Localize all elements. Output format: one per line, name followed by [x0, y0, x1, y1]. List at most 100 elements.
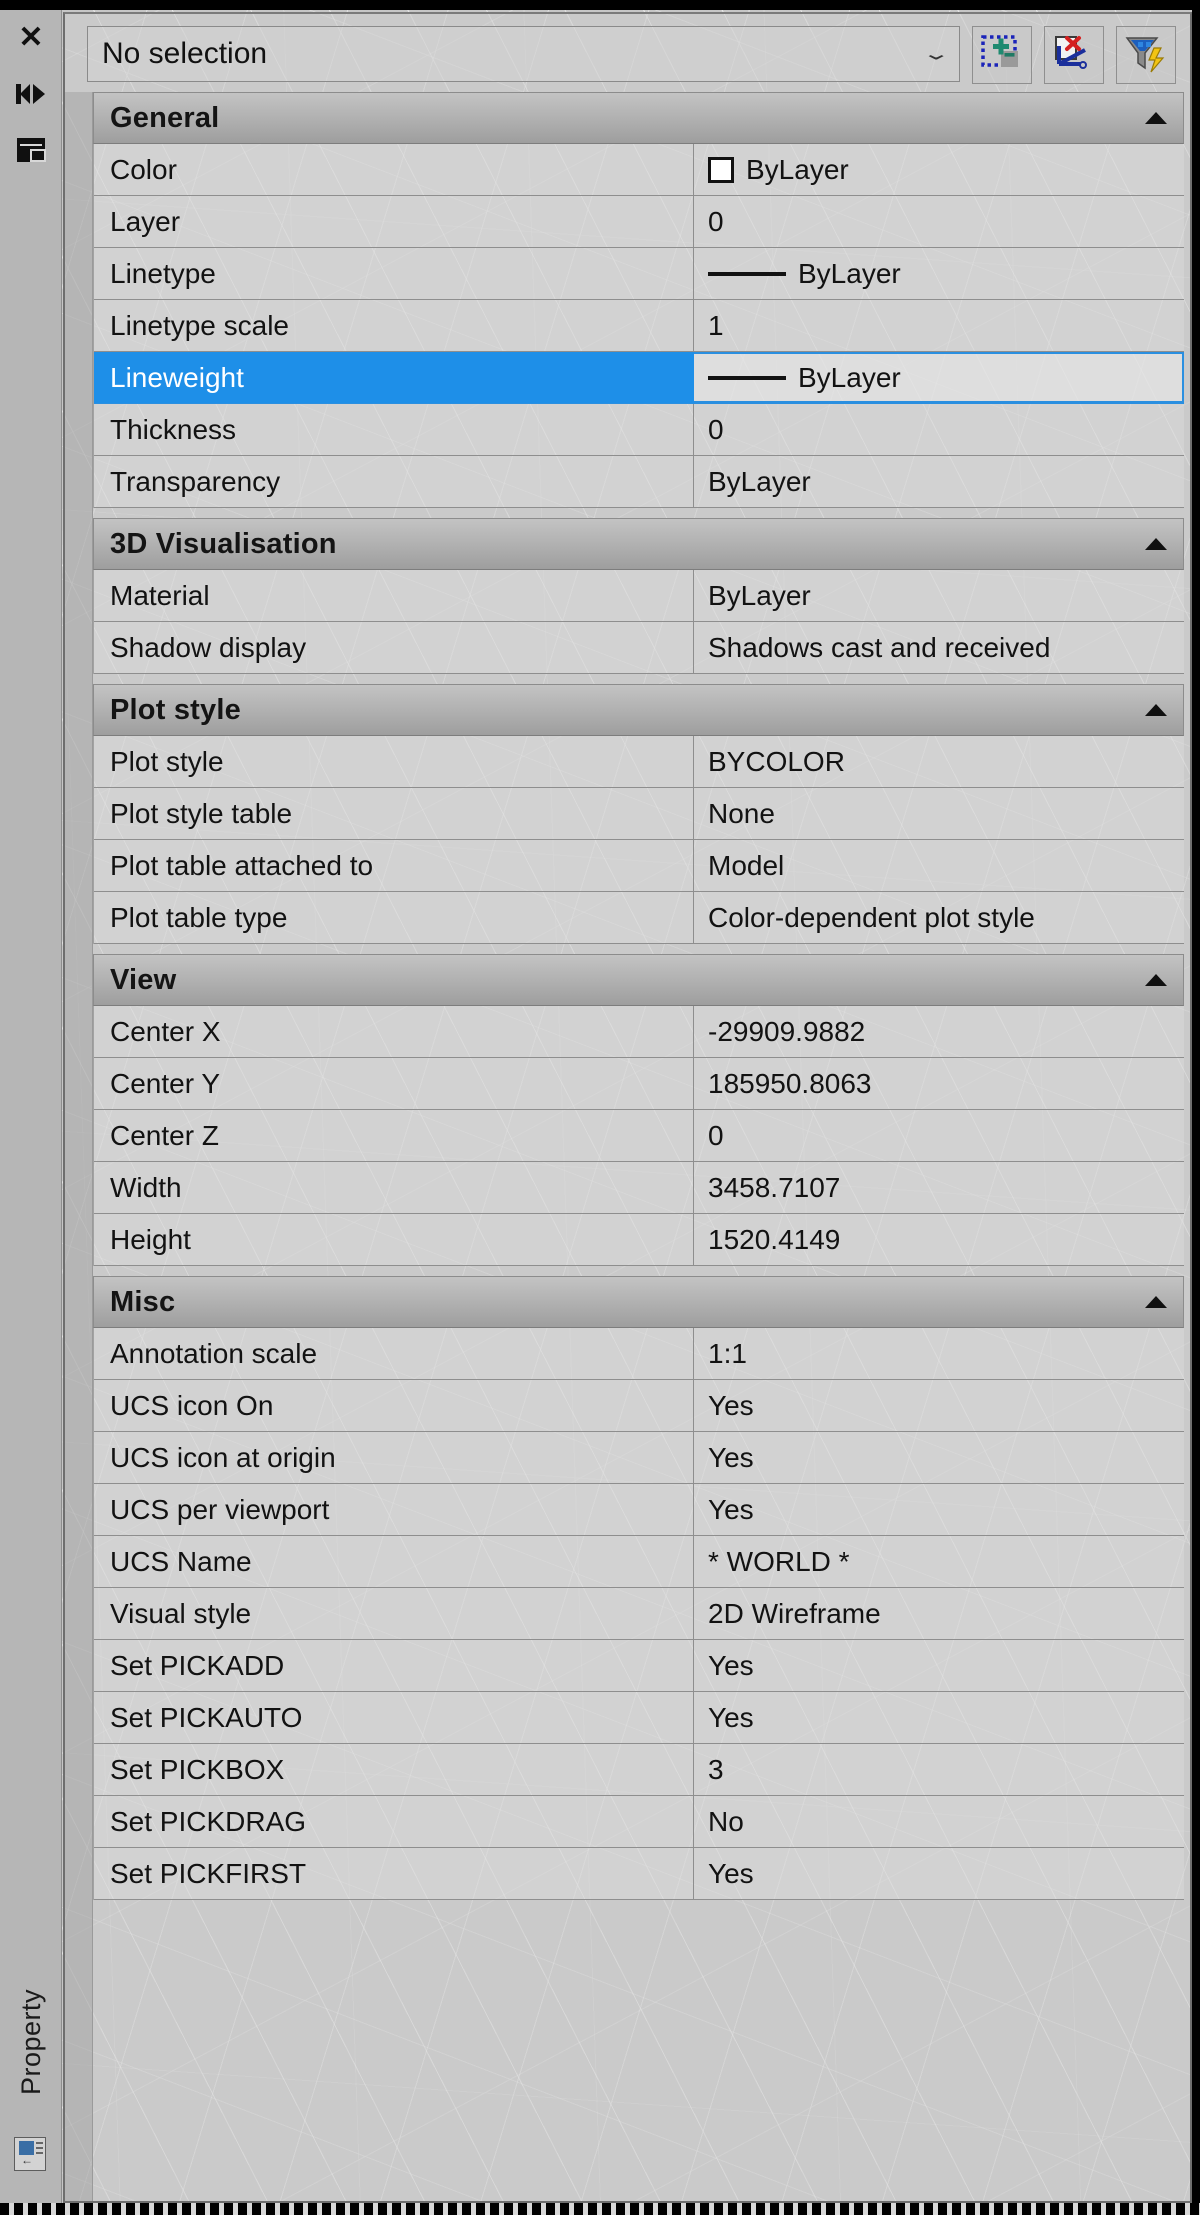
- property-value-cell[interactable]: No: [694, 1796, 1184, 1847]
- property-row[interactable]: Visual style 2D Wireframe: [94, 1588, 1184, 1640]
- property-row[interactable]: Linetype scale 1: [94, 300, 1184, 352]
- filter-button[interactable]: [1116, 26, 1176, 84]
- property-value-cell[interactable]: 1: [694, 300, 1184, 351]
- property-row[interactable]: Center Z 0: [94, 1110, 1184, 1162]
- grid-left-gutter[interactable]: [65, 92, 93, 2201]
- property-value-text: 0: [708, 413, 724, 445]
- property-row[interactable]: UCS icon On Yes: [94, 1380, 1184, 1432]
- property-value-cell[interactable]: 0: [694, 196, 1184, 247]
- property-row[interactable]: Set PICKADD Yes: [94, 1640, 1184, 1692]
- section-collapse-icon[interactable]: [1145, 704, 1167, 716]
- property-value-cell[interactable]: 1520.4149: [694, 1214, 1184, 1265]
- palette-tab-label[interactable]: Property: [0, 1989, 62, 2095]
- property-value-cell[interactable]: Yes: [694, 1432, 1184, 1483]
- property-row[interactable]: Set PICKFIRST Yes: [94, 1848, 1184, 1900]
- property-row[interactable]: Plot table type Color-dependent plot styl…: [94, 892, 1184, 944]
- filter-icon: [1125, 37, 1165, 73]
- property-value-cell[interactable]: 0: [694, 1110, 1184, 1161]
- property-label: Width: [94, 1162, 694, 1213]
- property-row[interactable]: Width 3458.7107: [94, 1162, 1184, 1214]
- property-value-text: Yes: [708, 1441, 754, 1473]
- property-label: Plot style table: [94, 788, 694, 839]
- property-value-cell[interactable]: Yes: [694, 1484, 1184, 1535]
- property-label: Linetype: [94, 248, 694, 299]
- property-value-cell[interactable]: Shadows cast and received: [694, 622, 1184, 673]
- property-value-cell[interactable]: -29909.9882: [694, 1006, 1184, 1057]
- section-title: View: [110, 963, 177, 996]
- property-label: Set PICKAUTO: [94, 1692, 694, 1743]
- section-header[interactable]: General: [93, 92, 1184, 144]
- close-icon[interactable]: ✕: [0, 10, 62, 66]
- section-collapse-icon[interactable]: [1145, 112, 1167, 124]
- property-value-text: 1: [708, 309, 724, 341]
- property-row[interactable]: Thickness 0: [94, 404, 1184, 456]
- property-value-cell[interactable]: Yes: [694, 1692, 1184, 1743]
- quick-select-button[interactable]: [1044, 26, 1104, 84]
- property-value-cell[interactable]: 3458.7107: [694, 1162, 1184, 1213]
- property-row[interactable]: Transparency ByLayer: [94, 456, 1184, 508]
- property-row[interactable]: Plot table attached to Model: [94, 840, 1184, 892]
- section-collapse-icon[interactable]: [1145, 538, 1167, 550]
- property-value-text: ByLayer: [708, 465, 811, 497]
- section-header[interactable]: Misc: [93, 1276, 1184, 1328]
- property-label: Shadow display: [94, 622, 694, 673]
- property-row[interactable]: UCS per viewport Yes: [94, 1484, 1184, 1536]
- property-row[interactable]: Material ByLayer: [94, 570, 1184, 622]
- property-value-cell[interactable]: * WORLD *: [694, 1536, 1184, 1587]
- property-row[interactable]: Plot style table None: [94, 788, 1184, 840]
- property-value-cell[interactable]: ByLayer: [694, 248, 1184, 299]
- property-row[interactable]: Set PICKDRAG No: [94, 1796, 1184, 1848]
- section-header[interactable]: 3D Visualisation: [93, 518, 1184, 570]
- property-row[interactable]: Lineweight ByLayer: [94, 352, 1184, 404]
- chevron-down-icon: ⌄: [921, 43, 951, 64]
- section-title: Plot style: [110, 693, 241, 726]
- property-row[interactable]: Color ByLayer: [94, 144, 1184, 196]
- property-value-cell[interactable]: Yes: [694, 1380, 1184, 1431]
- property-row[interactable]: Layer 0: [94, 196, 1184, 248]
- property-value-cell[interactable]: 0: [694, 404, 1184, 455]
- property-value-cell[interactable]: ByLayer: [694, 456, 1184, 507]
- sections-container: General Color ByLayer Layer 0 Linetype ByLayer…: [93, 92, 1184, 1900]
- property-row[interactable]: UCS Name * WORLD *: [94, 1536, 1184, 1588]
- property-value-cell[interactable]: None: [694, 788, 1184, 839]
- property-row[interactable]: Center X -29909.9882: [94, 1006, 1184, 1058]
- section-collapse-icon[interactable]: [1145, 1296, 1167, 1308]
- panel-menu-icon[interactable]: [0, 122, 62, 178]
- property-row[interactable]: Linetype ByLayer: [94, 248, 1184, 300]
- section-collapse-icon[interactable]: [1145, 974, 1167, 986]
- docking-icon[interactable]: ←: [14, 2137, 46, 2171]
- property-value-cell[interactable]: 3: [694, 1744, 1184, 1795]
- property-value-cell[interactable]: Model: [694, 840, 1184, 891]
- property-row[interactable]: Annotation scale 1:1: [94, 1328, 1184, 1380]
- property-value-cell[interactable]: Color-dependent plot style: [694, 892, 1184, 943]
- selection-dropdown[interactable]: No selection ⌄: [87, 26, 960, 82]
- property-value-text: Yes: [708, 1701, 754, 1733]
- property-value-text: ByLayer: [798, 361, 901, 393]
- property-value-cell[interactable]: Yes: [694, 1640, 1184, 1691]
- select-objects-button[interactable]: [972, 26, 1032, 84]
- property-row[interactable]: Center Y 185950.8063: [94, 1058, 1184, 1110]
- property-row[interactable]: UCS icon at origin Yes: [94, 1432, 1184, 1484]
- property-value-cell[interactable]: ByLayer: [694, 144, 1184, 195]
- property-row[interactable]: Plot style BYCOLOR: [94, 736, 1184, 788]
- property-value-cell[interactable]: BYCOLOR: [694, 736, 1184, 787]
- property-label: Set PICKADD: [94, 1640, 694, 1691]
- section-rows: Material ByLayer Shadow display Shadows cas…: [93, 570, 1184, 674]
- property-row[interactable]: Set PICKBOX 3: [94, 1744, 1184, 1796]
- property-row[interactable]: Shadow display Shadows cast and received: [94, 622, 1184, 674]
- section-header[interactable]: Plot style: [93, 684, 1184, 736]
- property-value-cell[interactable]: 1:1: [694, 1328, 1184, 1379]
- property-value-cell[interactable]: Yes: [694, 1848, 1184, 1899]
- property-value-cell[interactable]: ByLayer: [694, 570, 1184, 621]
- section-rows: Color ByLayer Layer 0 Linetype ByLayer Linetyp…: [93, 144, 1184, 508]
- section-title: 3D Visualisation: [110, 527, 337, 560]
- property-row[interactable]: Height 1520.4149: [94, 1214, 1184, 1266]
- property-value-cell[interactable]: 185950.8063: [694, 1058, 1184, 1109]
- property-value-cell[interactable]: ByLayer: [694, 352, 1184, 403]
- section-header[interactable]: View: [93, 954, 1184, 1006]
- property-value-text: 1520.4149: [708, 1223, 841, 1255]
- auto-hide-icon[interactable]: [0, 66, 62, 122]
- property-value-cell[interactable]: 2D Wireframe: [694, 1588, 1184, 1639]
- property-value-text: ByLayer: [798, 257, 901, 289]
- property-row[interactable]: Set PICKAUTO Yes: [94, 1692, 1184, 1744]
